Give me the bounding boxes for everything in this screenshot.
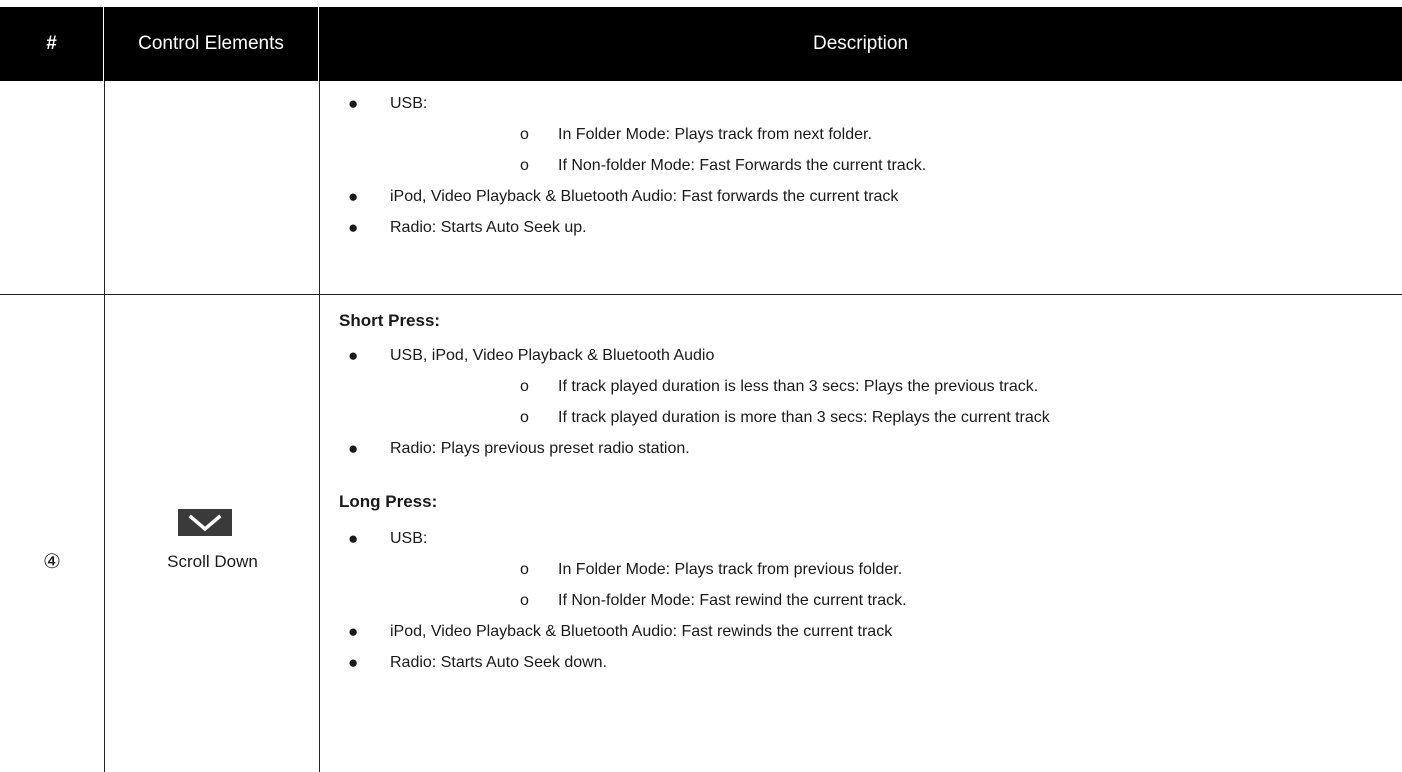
sub-list-item-text: If track played duration is more than 3 … xyxy=(558,409,1050,426)
sub-list-item: o If track played duration is less than … xyxy=(320,376,1402,398)
row-number-cell xyxy=(0,81,104,294)
row-number: ④ xyxy=(43,549,61,573)
chevron-down-icon xyxy=(178,509,232,536)
row-control-cell xyxy=(104,81,319,294)
sub-list-item-text: If track played duration is less than 3 … xyxy=(558,378,1039,395)
header-control-elements: Control Elements xyxy=(104,7,319,81)
row-description-cell: Short Press: ● USB, iPod, Video Playback… xyxy=(319,295,1402,772)
sub-bullet: o xyxy=(520,157,529,174)
sub-list-item: o In Folder Mode: Plays track from next … xyxy=(320,124,1402,146)
list-item: ● USB, iPod, Video Playback & Bluetooth … xyxy=(320,345,1402,367)
bullet: ● xyxy=(348,94,359,113)
list-item: ● iPod, Video Playback & Bluetooth Audio… xyxy=(320,621,1402,643)
sub-bullet: o xyxy=(520,378,529,395)
table-row: ● USB: o In Folder Mode: Plays track fro… xyxy=(0,81,1402,295)
list-item-text: iPod, Video Playback & Bluetooth Audio: … xyxy=(390,188,899,205)
sub-list-item-text: In Folder Mode: Plays track from next fo… xyxy=(558,126,872,143)
list-item: ● USB: xyxy=(320,528,1402,550)
sub-list-item-text: If Non-folder Mode: Fast Forwards the cu… xyxy=(558,157,927,174)
row-number-cell: ④ xyxy=(0,295,104,772)
short-press-title: Short Press: xyxy=(339,311,441,330)
sub-list-item: o If track played duration is more than … xyxy=(320,407,1402,429)
list-item-text: Radio: Starts Auto Seek down. xyxy=(390,654,608,671)
list-item-text: USB, iPod, Video Playback & Bluetooth Au… xyxy=(390,347,715,364)
sub-list-item-text: If Non-folder Mode: Fast rewind the curr… xyxy=(558,592,907,609)
list-item: ● Radio: Starts Auto Seek up. xyxy=(320,217,1402,239)
bullet: ● xyxy=(348,653,359,672)
bullet: ● xyxy=(348,187,359,206)
controls-table: # Control Elements Description ● USB: o … xyxy=(0,7,1402,772)
long-press-title: Long Press: xyxy=(339,492,438,511)
bullet: ● xyxy=(348,439,359,458)
sub-list-item: o If Non-folder Mode: Fast Forwards the … xyxy=(320,155,1402,177)
list-item: ● Radio: Starts Auto Seek down. xyxy=(320,652,1402,674)
sub-list-item: o In Folder Mode: Plays track from previ… xyxy=(320,559,1402,581)
list-item-text: USB: xyxy=(390,530,428,547)
bullet: ● xyxy=(348,622,359,641)
list-item: ● Radio: Plays previous preset radio sta… xyxy=(320,438,1402,460)
list-item-text: Radio: Plays previous preset radio stati… xyxy=(390,440,690,457)
header-description: Description xyxy=(812,33,909,54)
row-description-cell: ● USB: o In Folder Mode: Plays track fro… xyxy=(319,81,1402,294)
sub-list-item: o If Non-folder Mode: Fast rewind the cu… xyxy=(320,590,1402,612)
sub-bullet: o xyxy=(520,592,529,609)
list-item: ● iPod, Video Playback & Bluetooth Audio… xyxy=(320,186,1402,208)
bullet: ● xyxy=(348,346,359,365)
sub-bullet: o xyxy=(520,409,529,426)
scroll-down-button xyxy=(178,509,232,536)
list-item-text: USB: xyxy=(390,95,428,112)
table-row: ④ Scroll Down Short Press: ● USB, iPod, … xyxy=(0,295,1402,772)
sub-bullet: o xyxy=(520,561,529,578)
control-label: Scroll Down xyxy=(167,552,258,571)
sub-bullet: o xyxy=(520,126,529,143)
table-header: # Control Elements Description xyxy=(0,7,1402,81)
list-item-text: Radio: Starts Auto Seek up. xyxy=(390,219,587,236)
sub-list-item-text: In Folder Mode: Plays track from previou… xyxy=(558,561,903,578)
row-control-cell: Scroll Down xyxy=(104,295,319,772)
bullet: ● xyxy=(348,218,359,237)
bullet: ● xyxy=(348,529,359,548)
list-item-text: iPod, Video Playback & Bluetooth Audio: … xyxy=(390,623,893,640)
list-item: ● USB: xyxy=(320,93,1402,115)
header-number: # xyxy=(0,7,104,81)
